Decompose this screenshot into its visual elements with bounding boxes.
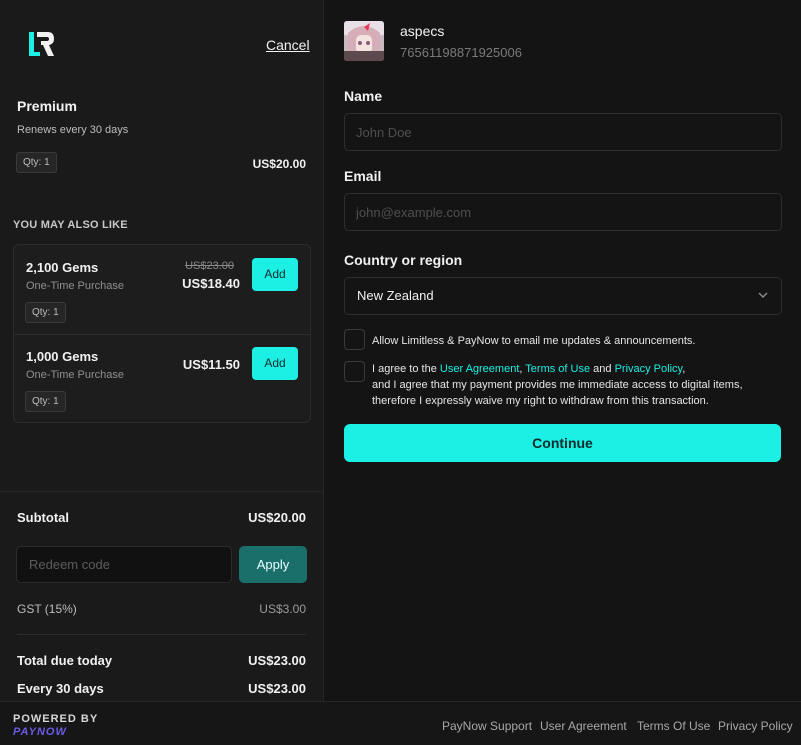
upsell-qty[interactable]: Qty: 1 [25,391,66,412]
privacy-policy-link[interactable]: Privacy Policy [615,363,683,375]
continue-button[interactable]: Continue [344,424,781,462]
country-value: New Zealand [357,288,434,303]
agree-text: I agree to the User Agreement, Terms of … [372,361,743,409]
agree-line-2: and I agree that my payment provides me … [372,379,743,391]
apply-button[interactable]: Apply [239,546,307,583]
terms-of-use-link[interactable]: Terms of Use [525,363,590,375]
avatar [344,21,384,61]
country-select[interactable]: New Zealand [344,277,782,315]
upsell-qty[interactable]: Qty: 1 [25,302,66,323]
footer-link-terms[interactable]: Terms Of Use [637,719,710,733]
user-id: 76561198871925006 [400,45,522,60]
total-value: US$23.00 [248,653,306,668]
product-price: US$20.00 [252,157,306,171]
footer-link-user-agreement[interactable]: User Agreement [540,719,627,733]
cancel-link[interactable]: Cancel [266,37,310,53]
upsell-subtitle: One-Time Purchase [26,280,125,292]
product-qty[interactable]: Qty: 1 [16,152,57,173]
limitless-logo-icon [29,32,54,56]
upsell-subtitle: One-Time Purchase [26,369,125,381]
email-label: Email [344,168,382,184]
divider [14,334,310,335]
gst-label: GST (15%) [17,602,77,616]
chevron-down-icon [758,292,768,299]
agree-sep: and [590,363,615,375]
name-field[interactable] [344,113,782,151]
email-field[interactable] [344,193,782,231]
redeem-code-input[interactable] [16,546,232,583]
user-name: aspecs [400,23,445,39]
upsell-name: 2,100 Gems [26,260,99,275]
user-agreement-link[interactable]: User Agreement [440,363,519,375]
name-label: Name [344,88,383,104]
gst-value: US$3.00 [259,602,306,616]
paynow-brand[interactable]: PAYNOW [13,726,67,738]
upsell-price: US$18.40 [182,276,240,291]
updates-text: Allow Limitless & PayNow to email me upd… [372,335,696,347]
powered-by-label: POWERED BY [13,713,99,725]
add-button[interactable]: Add [252,347,298,380]
subtotal-value: US$20.00 [248,510,306,525]
agree-suffix: , [682,363,686,375]
totals-section: Subtotal US$20.00 Apply GST (15%) US$3.0… [0,491,323,701]
upsell-old-price: US$23.00 [185,260,234,272]
add-button[interactable]: Add [252,258,298,291]
product-name: Premium [17,98,77,114]
footer: POWERED BY PAYNOW PayNow Support User Ag… [0,701,801,745]
upsell-heading: YOU MAY ALSO LIKE [13,219,128,231]
country-label: Country or region [344,252,463,268]
agree-line-3: therefore I expressly waive my right to … [372,395,709,407]
agree-checkbox[interactable] [344,361,365,382]
subtotal-label: Subtotal [17,510,69,525]
agree-prefix: I agree to the [372,363,440,375]
order-summary-panel: Cancel Premium Renews every 30 days Qty:… [0,0,324,701]
footer-link-privacy[interactable]: Privacy Policy [718,719,793,733]
updates-checkbox[interactable] [344,329,365,350]
upsell-name: 1,000 Gems [26,349,99,364]
recurring-value: US$23.00 [248,681,306,696]
upsell-price: US$11.50 [182,357,240,372]
total-label: Total due today [17,653,113,668]
upsell-list: 2,100 Gems One-Time Purchase US$23.00 US… [13,244,311,423]
recurring-label: Every 30 days [17,681,104,696]
divider [17,634,306,635]
checkout-page: Cancel Premium Renews every 30 days Qty:… [0,0,801,745]
product-renewal: Renews every 30 days [17,124,129,136]
footer-link-support[interactable]: PayNow Support [442,719,532,733]
